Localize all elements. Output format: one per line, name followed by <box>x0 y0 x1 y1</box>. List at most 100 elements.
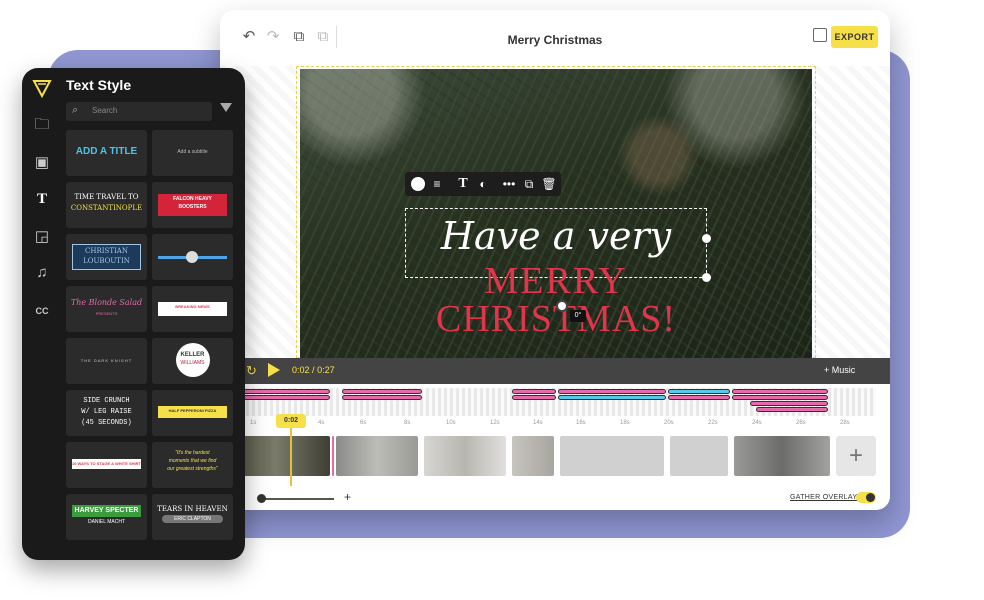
tile-text: PRESENTS <box>95 311 118 316</box>
text-style-tile[interactable]: ADD A TITLE <box>66 130 147 176</box>
font-icon[interactable]: T <box>455 176 471 192</box>
video-clip[interactable] <box>512 436 554 476</box>
total-time: 0:27 <box>317 365 335 375</box>
overlay-bar[interactable] <box>342 389 422 394</box>
text-style-tile[interactable]: BREAKING NEWS <box>152 286 233 332</box>
video-clip[interactable] <box>670 436 728 476</box>
add-clip-button[interactable]: + <box>836 436 876 476</box>
rotation-badge: 0° <box>570 310 586 322</box>
title-line-merry[interactable]: MERRY <box>350 262 762 300</box>
ruler-label: 6s <box>360 420 367 426</box>
overlay-bar[interactable] <box>242 389 330 394</box>
align-icon[interactable]: ≡ <box>429 176 445 192</box>
time-ruler[interactable]: 1s 4s 6s 8s 10s 12s 14s 16s 18s 20s 22s … <box>240 420 876 434</box>
current-time: 0:02 <box>292 365 310 375</box>
zoom-slider[interactable] <box>260 498 334 500</box>
ruler-label: 4s <box>318 420 325 426</box>
text-style-tile[interactable]: "It's the hardest moments that we find o… <box>152 442 233 488</box>
text-style-tile[interactable] <box>152 234 233 280</box>
text-style-tile[interactable]: FALCON HEAVY BOOSTERS <box>152 182 233 228</box>
ruler-label: 20s <box>664 420 674 426</box>
text-style-tile[interactable]: KELLER WILLIAMS <box>152 338 233 384</box>
music-icon[interactable]: ♫ <box>31 262 53 284</box>
shapes-icon[interactable]: ◲ <box>31 226 53 248</box>
overlay-bar[interactable] <box>732 389 828 394</box>
media-icon[interactable]: ▣ <box>31 152 53 174</box>
canvas-area: ≡ T ◐ ••• ⧉ 🗑 Have a very MERRY CHRISTMA… <box>220 66 890 358</box>
playhead-line[interactable] <box>290 428 292 486</box>
search-input[interactable]: ⌕ Search <box>66 102 212 121</box>
more-icon[interactable]: ••• <box>501 176 517 192</box>
filter-icon[interactable] <box>220 103 232 112</box>
zoom-slider-knob[interactable] <box>257 494 266 503</box>
gather-overlays-toggle[interactable] <box>856 492 876 503</box>
video-clip[interactable] <box>734 436 830 476</box>
ruler-label: 1s <box>250 420 257 426</box>
text-style-tile[interactable]: THE DARK KNIGHT <box>66 338 147 384</box>
video-clip[interactable] <box>560 436 664 476</box>
loop-icon[interactable]: ↻ <box>246 363 257 379</box>
duplicate-icon[interactable]: ⧉ <box>521 176 537 192</box>
ruler-label: 10s <box>446 420 456 426</box>
overlay-bar[interactable] <box>512 389 556 394</box>
text-style-tile[interactable]: SIDE CRUNCH W/ LEG RAISE (45 SECONDS) <box>66 390 147 436</box>
panel-title: Text Style <box>66 77 132 93</box>
effects-icon[interactable]: ◐ <box>475 176 491 192</box>
script-text[interactable]: Have a very <box>405 214 707 258</box>
upload-folder-icon[interactable]: 🗀 <box>31 114 53 136</box>
captions-icon[interactable]: CC <box>31 300 53 322</box>
overlay-bar[interactable] <box>750 401 828 406</box>
text-style-tile[interactable]: The Blonde Salad PRESENTS <box>66 286 147 332</box>
zoom-in-button[interactable]: + <box>344 490 351 504</box>
rotate-handle[interactable] <box>556 300 568 312</box>
export-button[interactable]: EXPORT <box>831 26 878 48</box>
tile-text: LOUBOUTIN <box>83 257 130 265</box>
tile-text: 10 WAYS TO STAGE A WHITE SHIRT <box>72 461 141 466</box>
text-style-tile[interactable]: HALF PEPPERONI PIZZA <box>152 390 233 436</box>
playhead-time[interactable]: 0:02 <box>276 414 306 428</box>
play-icon[interactable] <box>268 363 280 377</box>
tile-text: Add a subtitle <box>177 149 208 155</box>
logo-icon <box>32 80 52 98</box>
overlay-bar[interactable] <box>668 389 730 394</box>
overlay-bar[interactable] <box>756 407 828 412</box>
search-icon: ⌕ <box>72 104 79 116</box>
tile-text: SIDE CRUNCH <box>83 397 130 405</box>
overlay-bar[interactable] <box>558 389 666 394</box>
text-icon[interactable]: T <box>31 188 53 210</box>
text-style-tile[interactable]: HARVEY SPECTER DANIEL MACHT <box>66 494 147 540</box>
project-title[interactable]: Merry Christmas <box>220 33 890 47</box>
tile-text: W/ LEG RAISE <box>81 408 132 416</box>
text-style-tile[interactable]: TIME TRAVEL TO CONSTANTINOPLE <box>66 182 147 228</box>
ruler-label: 22s <box>708 420 718 426</box>
clip-marker <box>332 436 334 476</box>
text-style-tile[interactable]: CHRISTIAN LOUBOUTIN <box>66 234 147 280</box>
ruler-label: 26s <box>796 420 806 426</box>
video-clip[interactable] <box>240 436 330 476</box>
tile-text: ADD A TITLE <box>75 146 138 157</box>
save-icon[interactable] <box>813 28 827 42</box>
ruler-label: 16s <box>576 420 586 426</box>
video-clip[interactable] <box>336 436 418 476</box>
video-clip[interactable] <box>424 436 506 476</box>
color-picker-icon[interactable] <box>411 177 425 191</box>
tile-text: BOOSTERS <box>178 204 207 210</box>
delete-icon[interactable]: 🗑 <box>541 176 557 192</box>
overlay-bar[interactable] <box>732 395 828 400</box>
text-style-tile[interactable]: TEARS IN HEAVEN ERIC CLAPTON <box>152 494 233 540</box>
tile-text: BREAKING NEWS <box>175 304 210 309</box>
time-display: 0:02 / 0:27 <box>292 365 335 375</box>
overlay-bar[interactable] <box>242 395 330 400</box>
text-style-tile[interactable]: 10 WAYS TO STAGE A WHITE SHIRT <box>66 442 147 488</box>
overlay-bar[interactable] <box>558 395 666 400</box>
overlay-bar[interactable] <box>668 395 730 400</box>
tile-text: KELLER <box>180 352 205 358</box>
tile-text: ERIC CLAPTON <box>174 516 211 522</box>
overlay-bar[interactable] <box>342 395 422 400</box>
overlay-bar[interactable] <box>512 395 556 400</box>
editor-topbar: ↶ ↷ ⧉ ⧉ Merry Christmas EXPORT <box>220 10 890 66</box>
tile-text: TEARS IN HEAVEN <box>157 505 228 513</box>
ruler-label: 24s <box>752 420 762 426</box>
text-style-tile[interactable]: Add a subtitle <box>152 130 233 176</box>
add-music-button[interactable]: + Music <box>824 365 855 375</box>
